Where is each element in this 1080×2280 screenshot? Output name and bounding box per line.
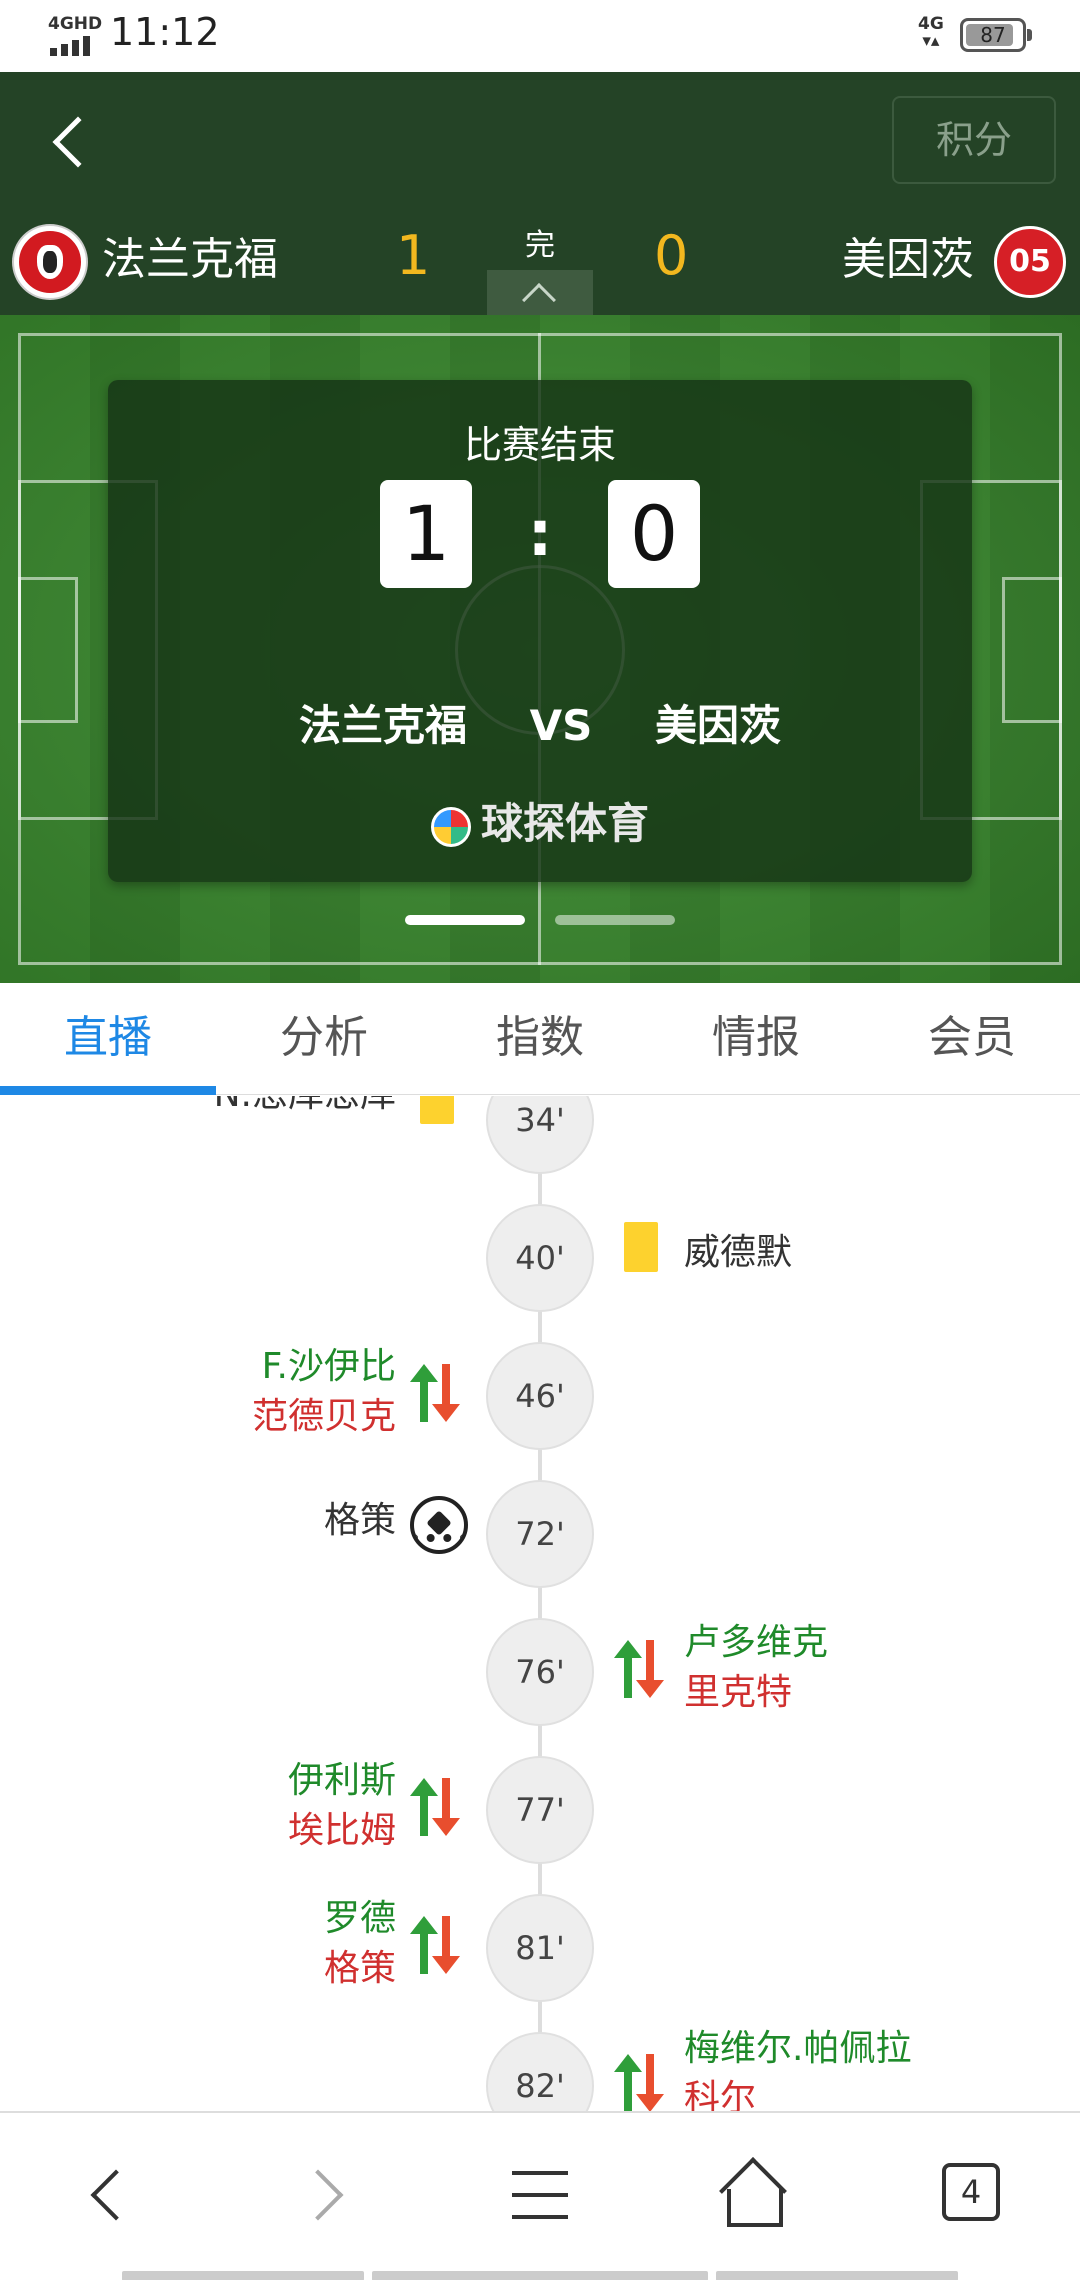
- browser-forward-button[interactable]: [276, 2149, 376, 2239]
- yellow-card-icon: [614, 1218, 666, 1288]
- substitution-icon: [614, 1636, 666, 1706]
- chevron-up-icon: [522, 283, 556, 317]
- scoreboard-card: 比赛结束 1 : 0 法兰克福 VS 美因茨 球探体育: [108, 380, 972, 882]
- cell-type: 4G ▾▴: [918, 14, 944, 51]
- standings-button[interactable]: 积分: [892, 96, 1056, 184]
- event-minute: 34': [486, 1096, 594, 1174]
- player-in: F.沙伊比: [261, 1346, 396, 1387]
- event-minute: 40': [486, 1204, 594, 1312]
- timeline-event: 格策 72': [0, 1480, 1080, 1590]
- soccer-ball-icon: [410, 1490, 468, 1560]
- chevron-left-icon: [52, 116, 104, 168]
- signal-icon: 4GHD: [48, 14, 103, 58]
- right-goal-box: [1002, 577, 1062, 723]
- brand-watermark: 球探体育: [108, 790, 972, 851]
- battery-level: 87: [980, 23, 1006, 47]
- event-minute: 46': [486, 1342, 594, 1450]
- away-team-name[interactable]: 美因茨: [842, 230, 974, 290]
- home-team-name[interactable]: 法兰克福: [102, 230, 278, 290]
- tab-count: 4: [942, 2163, 1000, 2221]
- substitution-icon: [410, 1912, 462, 1982]
- event-minute: 81': [486, 1894, 594, 2002]
- player-out: 埃比姆: [287, 1810, 396, 1851]
- scoreboard-home-score: 1: [380, 480, 472, 588]
- player-in: 卢多维克: [684, 1622, 829, 1663]
- yellow-card-icon: [410, 1096, 462, 1140]
- scoreboard-teams: 法兰克福 VS 美因茨: [108, 692, 972, 753]
- page-indicator[interactable]: [555, 915, 675, 925]
- browser-nav-bar: 4: [0, 2111, 1080, 2280]
- timeline-event: 伊利斯 埃比姆 77': [0, 1756, 1080, 1866]
- gesture-bar: [372, 2271, 708, 2280]
- back-button[interactable]: [40, 102, 104, 182]
- event-minute: 76': [486, 1618, 594, 1726]
- page-indicator-active[interactable]: [405, 915, 525, 925]
- scoreboard-away-team: 美因茨: [655, 701, 782, 750]
- home-score: 1: [396, 224, 431, 287]
- tabs-button[interactable]: 4: [922, 2149, 1022, 2239]
- away-score: 0: [654, 224, 689, 287]
- event-minute: 77': [486, 1756, 594, 1864]
- event-player: 威德默: [684, 1232, 793, 1273]
- collapse-button[interactable]: [487, 270, 593, 317]
- substitution-icon: [410, 1774, 462, 1844]
- player-out: 科尔: [684, 2078, 757, 2111]
- home-team-logo[interactable]: [14, 226, 86, 298]
- player-in: 罗德: [323, 1898, 396, 1939]
- tab-live[interactable]: 直播: [0, 983, 216, 1095]
- player-out: 里克特: [684, 1672, 793, 1713]
- timeline-event: F.沙伊比 范德贝克 46': [0, 1342, 1080, 1452]
- match-page: 4GHD 11:12 4G ▾▴ 87 积分 法兰克福 1 完 0 美因茨 05 …: [0, 0, 1080, 2280]
- match-header: 积分 法兰克福 1 完 0 美因茨 05: [0, 72, 1080, 317]
- left-goal-box: [18, 577, 78, 723]
- player-out: 格策: [323, 1948, 396, 1989]
- timeline-event: 罗德 格策 81': [0, 1894, 1080, 2004]
- scoreboard-title: 比赛结束: [463, 423, 616, 467]
- player-in: 梅维尔.帕佩拉: [684, 2028, 912, 2069]
- timeline-event: 40' 威德默: [0, 1204, 1080, 1314]
- timeline-event: 82' 梅维尔.帕佩拉 科尔: [0, 2028, 1080, 2111]
- gesture-bar: [716, 2271, 958, 2280]
- event-minute: 82': [486, 2032, 594, 2111]
- event-player: 格策: [323, 1500, 396, 1541]
- gesture-bar: [122, 2271, 364, 2280]
- tab-analysis[interactable]: 分析: [216, 983, 432, 1094]
- timeline-event: 76' 卢多维克 里克特: [0, 1618, 1080, 1728]
- scoreboard-home-team: 法兰克福: [298, 701, 467, 750]
- match-status: 完: [525, 228, 555, 263]
- tab-membership[interactable]: 会员: [864, 983, 1080, 1094]
- player-out: 范德贝克: [251, 1396, 396, 1437]
- scoreboard-vs: VS: [529, 701, 593, 750]
- away-team-logo[interactable]: 05: [994, 226, 1066, 298]
- home-button[interactable]: [705, 2149, 805, 2239]
- event-player: N.恩库恩库: [214, 1096, 396, 1120]
- substitution-icon: [410, 1360, 462, 1430]
- chevron-right-icon: [292, 2169, 344, 2221]
- event-minute: 72': [486, 1480, 594, 1588]
- brand-logo-icon: [430, 806, 471, 847]
- timeline-event: N.恩库恩库 34': [0, 1096, 1080, 1176]
- chevron-left-icon: [90, 2169, 142, 2221]
- browser-back-button[interactable]: [58, 2149, 158, 2239]
- scoreboard-away-score: 0: [608, 480, 700, 588]
- tab-intel[interactable]: 情报: [648, 983, 864, 1094]
- clock: 11:12: [110, 10, 220, 54]
- tab-odds[interactable]: 指数: [432, 983, 648, 1094]
- battery-icon: 87: [960, 18, 1032, 52]
- player-in: 伊利斯: [287, 1760, 396, 1801]
- substitution-icon: [614, 2050, 666, 2111]
- menu-button[interactable]: [490, 2149, 590, 2239]
- network-type: 4GHD: [48, 14, 103, 34]
- event-timeline[interactable]: N.恩库恩库 34' 40' 威德默 F.沙伊比 范德贝克 46': [0, 1096, 1080, 2111]
- status-bar: 4GHD 11:12 4G ▾▴ 87: [0, 0, 1080, 72]
- scoreboard-separator: :: [527, 497, 553, 570]
- tab-bar: 直播 分析 指数 情报 会员: [0, 983, 1080, 1095]
